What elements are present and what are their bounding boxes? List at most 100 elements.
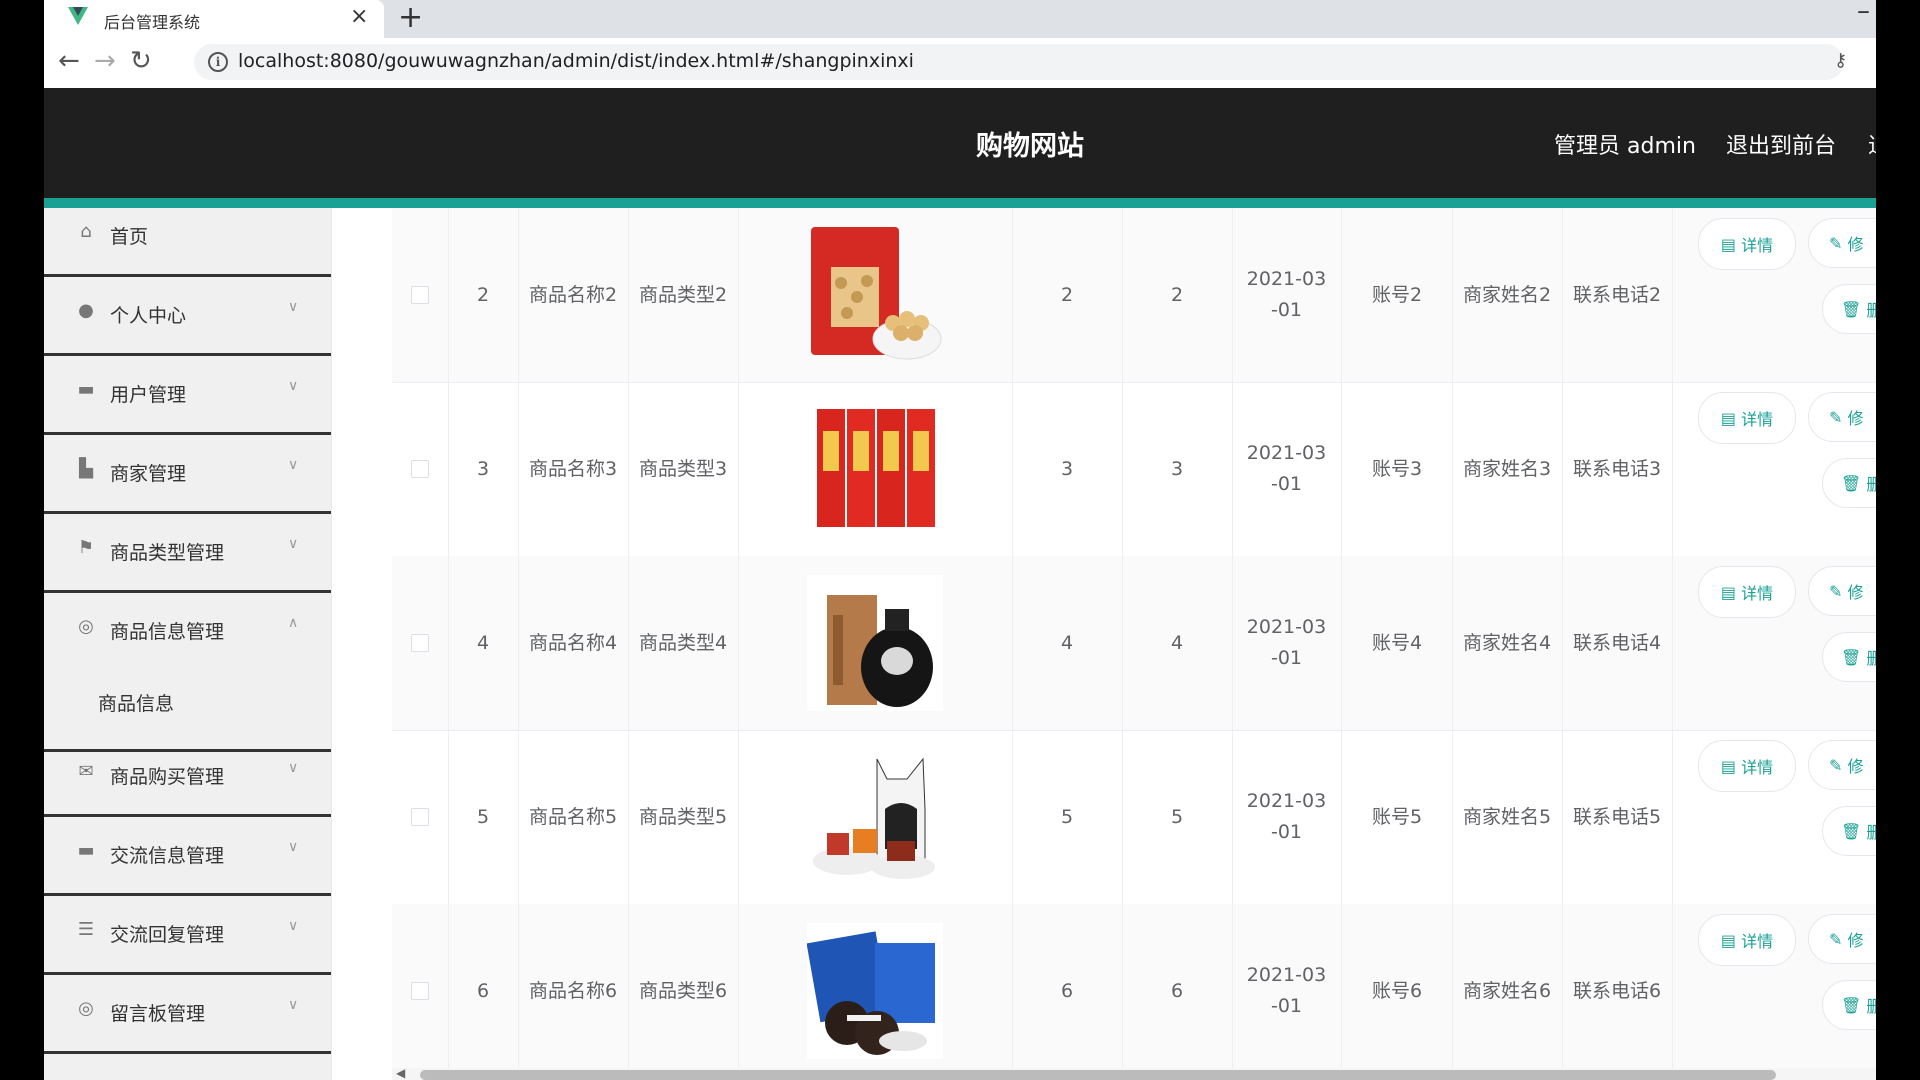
row-checkbox-cell [392, 556, 449, 730]
date-cell: 2021-03-01 [1232, 556, 1342, 730]
new-tab-button[interactable]: + [398, 0, 423, 35]
product-image[interactable] [807, 749, 943, 885]
flag-icon: ⚑ [77, 537, 95, 558]
key-icon[interactable]: ⚷ [1834, 50, 1847, 71]
detail-label: 详情 [1741, 932, 1774, 951]
product-type-cell: 商品类型2 [628, 208, 739, 382]
row-checkbox-cell [392, 904, 449, 1070]
edit-label: 修 [1847, 409, 1864, 428]
vue-logo-icon [68, 7, 88, 25]
row-checkbox[interactable] [411, 808, 429, 826]
chevron-down-icon: ∨ [288, 760, 299, 776]
account-cell: 账号6 [1342, 904, 1453, 1070]
row-checkbox[interactable] [411, 634, 429, 652]
row-checkbox-cell [392, 730, 449, 904]
sidebar-item-product-type-management[interactable]: ⚑ 商品类型管理 ∨ [44, 514, 331, 593]
tab-close-button[interactable]: × [350, 4, 368, 29]
sidebar-item-exchange-reply-management[interactable]: ☰ 交流回复管理 ∨ [44, 896, 331, 975]
forward-arrow-icon[interactable]: → [94, 46, 116, 76]
sidebar-item-label: 交流回复管理 [110, 924, 225, 946]
index-cell: 3 [448, 382, 519, 556]
merchant-name-cell: 商家姓名2 [1452, 208, 1563, 382]
detail-button[interactable]: ▤ 详情 [1698, 392, 1796, 444]
product-image-cell [738, 208, 1013, 382]
edit-button[interactable]: ✎ 修 [1808, 914, 1876, 964]
horizontal-scrollbar[interactable]: ◀ [392, 1066, 1876, 1080]
table-row: 6 商品名称6 商品类型6 6 6 2021-03-01 账号6 商家姓名6 联… [392, 904, 1876, 1070]
window-minimize-button[interactable]: – [1857, 0, 1870, 26]
index-cell: 6 [448, 904, 519, 1070]
user-manage-icon: ▬ [77, 379, 95, 400]
edit-button[interactable]: ✎ 修 [1808, 740, 1876, 790]
row-checkbox[interactable] [411, 982, 429, 1000]
table-row: 3 商品名称3 商品类型3 3 3 2021-03-01 账号3 商家姓名3 联… [392, 382, 1876, 557]
product-image[interactable] [807, 401, 943, 537]
url-field[interactable]: i localhost:8080/gouwuwagnzhan/admin/dis… [194, 44, 1844, 80]
tab-title: 后台管理系统 [104, 13, 201, 32]
delete-button[interactable]: 🗑 删 [1822, 806, 1876, 856]
table-row: 4 商品名称4 商品类型4 4 4 2021-03-01 账号4 商家姓名4 联… [392, 556, 1876, 731]
delete-button[interactable]: 🗑 删 [1822, 458, 1876, 508]
date-cell: 2021-03-01 [1232, 730, 1342, 904]
exit-link[interactable]: 退 [1868, 128, 1876, 160]
sidebar-item-purchase-management[interactable]: ✉ 商品购买管理 ∨ [44, 738, 331, 817]
sidebar-subitem-label: 商品信息 [98, 693, 175, 715]
account-cell: 账号3 [1342, 382, 1453, 556]
browser-tab[interactable]: 后台管理系统 × [44, 0, 384, 38]
scroll-left-icon[interactable]: ◀ [396, 1066, 405, 1080]
edit-label: 修 [1847, 931, 1864, 950]
detail-button[interactable]: ▤ 详情 [1698, 566, 1796, 618]
tab-strip: 后台管理系统 × + – [44, 0, 1876, 38]
product-image[interactable] [807, 227, 943, 363]
edit-button[interactable]: ✎ 修 [1808, 392, 1876, 442]
row-checkbox[interactable] [411, 460, 429, 478]
delete-button[interactable]: 🗑 删 [1822, 632, 1876, 682]
product-type-cell: 商品类型5 [628, 730, 739, 904]
chevron-down-icon: ∨ [288, 997, 299, 1013]
detail-button[interactable]: ▤ 详情 [1698, 914, 1796, 966]
table-row: 5 商品名称5 商品类型5 5 5 2021-03-01 账号5 商家姓名5 联… [392, 730, 1876, 905]
chevron-down-icon: ∨ [288, 536, 299, 552]
back-arrow-icon[interactable]: ← [58, 46, 80, 76]
product-type-cell: 商品类型6 [628, 904, 739, 1070]
url-text: localhost:8080/gouwuwagnzhan/admin/dist/… [238, 50, 914, 72]
sidebar-item-personal-center[interactable]: ● 个人中心 ∨ [44, 277, 331, 356]
product-image[interactable] [807, 923, 943, 1059]
sidebar-item-user-management[interactable]: ▬ 用户管理 ∨ [44, 356, 331, 435]
merchant-name-cell: 商家姓名6 [1452, 904, 1563, 1070]
table-row: 2 商品名称2 商品类型2 2 2 2021-03-01 账号2 商家姓名2 联… [392, 208, 1876, 383]
sidebar-item-product-info-management[interactable]: ◎ 商品信息管理 ∧ [44, 593, 331, 669]
user-icon: ● [78, 300, 94, 321]
sliders-icon: ☰ [77, 919, 95, 940]
index-cell: 5 [448, 730, 519, 904]
reload-icon[interactable]: ↻ [130, 46, 152, 76]
chevron-down-icon: ∨ [288, 457, 299, 473]
sidebar-item-merchant-management[interactable]: ▙ 商家管理 ∨ [44, 435, 331, 514]
edit-button[interactable]: ✎ 修 [1808, 218, 1876, 268]
product-name-cell: 商品名称6 [518, 904, 629, 1070]
browser-window: 后台管理系统 × + – ← → ↻ i localhost:8080/gouw… [44, 0, 1876, 1080]
chat-icon: ▬ [77, 840, 95, 861]
sidebar-item-message-board-management[interactable]: ◎ 留言板管理 ∨ [44, 975, 331, 1054]
sidebar-item-home[interactable]: ⌂ 首页 [44, 208, 331, 277]
product-image[interactable] [807, 575, 943, 711]
home-icon: ⌂ [80, 221, 92, 242]
sidebar: ⌂ 首页 ● 个人中心 ∨ ▬ 用户管理 ∨ ▙ 商家管理 ∨ ⚑ 商品类型管理… [44, 208, 331, 1080]
stock-cell: 5 [1122, 730, 1233, 904]
delete-button[interactable]: 🗑 删 [1822, 284, 1876, 334]
product-table: 2 商品名称2 商品类型2 2 2 2021-03-01 账号2 商家姓名2 联… [392, 208, 1876, 1070]
detail-button[interactable]: ▤ 详情 [1698, 218, 1796, 270]
delete-label: 删 [1866, 475, 1876, 494]
scrollbar-thumb[interactable] [420, 1070, 1776, 1080]
site-info-icon[interactable]: i [208, 52, 228, 72]
sidebar-item-exchange-info-management[interactable]: ▬ 交流信息管理 ∨ [44, 817, 331, 896]
delete-button[interactable]: 🗑 删 [1822, 980, 1876, 1030]
chevron-down-icon: ∨ [288, 839, 299, 855]
screen-border [1876, 0, 1920, 1080]
edit-label: 修 [1847, 583, 1864, 602]
edit-button[interactable]: ✎ 修 [1808, 566, 1876, 616]
logout-to-front-link[interactable]: 退出到前台 [1726, 128, 1836, 160]
detail-button[interactable]: ▤ 详情 [1698, 740, 1796, 792]
price-cell: 2 [1012, 208, 1123, 382]
row-checkbox[interactable] [411, 286, 429, 304]
